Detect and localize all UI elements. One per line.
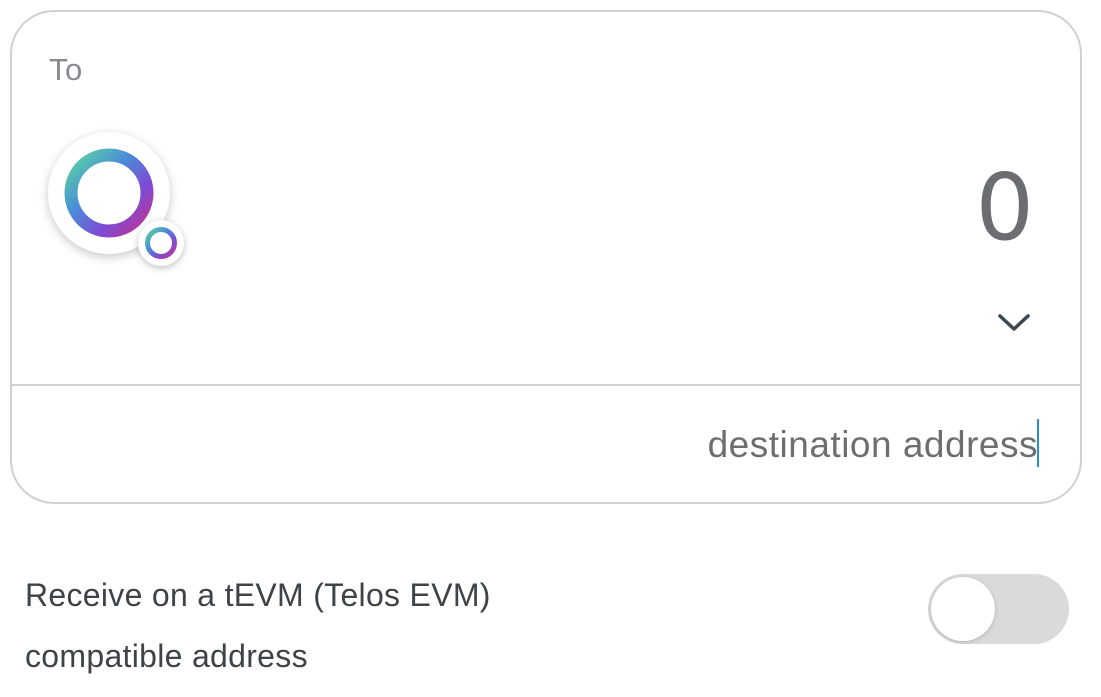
divider (12, 384, 1080, 386)
text-caret (1037, 419, 1039, 467)
amount-input[interactable] (534, 152, 1034, 262)
to-label: To (49, 52, 83, 87)
to-panel: To (10, 10, 1082, 504)
toggle-knob (931, 577, 995, 641)
chevron-down-icon[interactable] (996, 308, 1032, 336)
evm-address-toggle[interactable] (928, 574, 1069, 644)
evm-option-label: Receive on a tEVM (Telos EVM) compatible… (25, 577, 491, 674)
telos-network-icon (138, 220, 184, 266)
destination-address-input[interactable] (238, 417, 1038, 473)
token-selector[interactable] (48, 132, 190, 274)
